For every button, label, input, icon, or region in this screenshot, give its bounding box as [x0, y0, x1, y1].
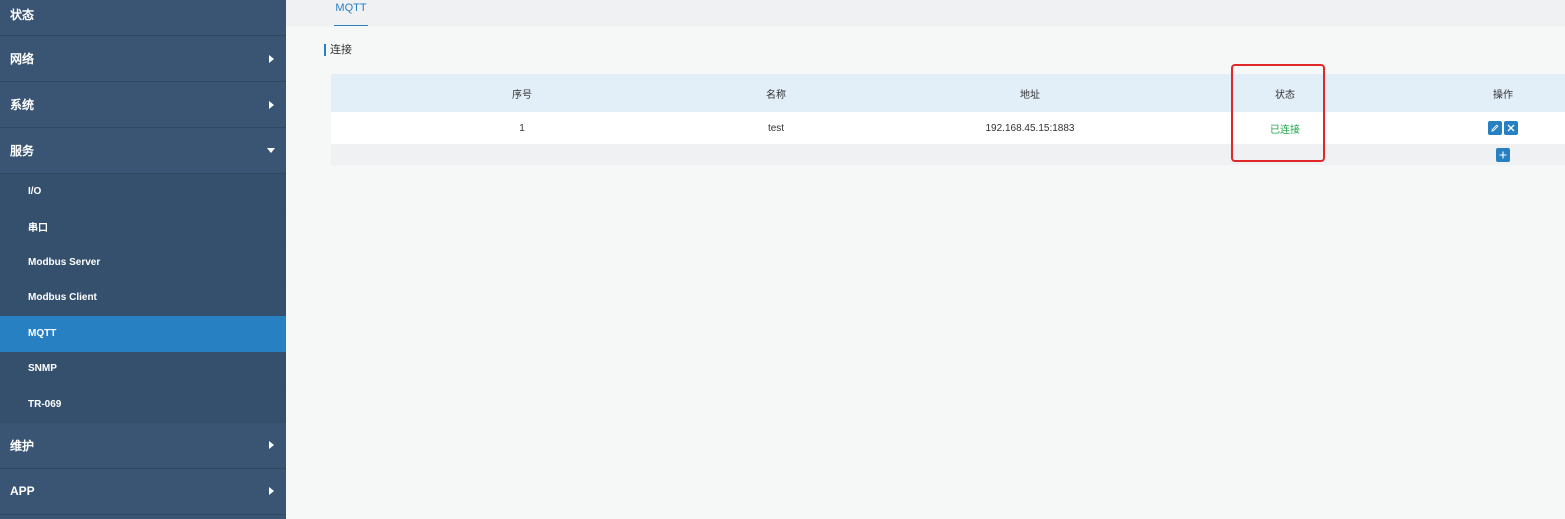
chevron-right-icon	[269, 441, 274, 449]
plus-icon	[1499, 151, 1507, 159]
connections-table: 序号 名称 地址 状态 操作 1 test 192.168.45.15:1883…	[331, 74, 1565, 165]
sidebar-item-system[interactable]: 系统	[0, 82, 286, 128]
sidebar-item-label: 状态	[10, 8, 35, 22]
sidebar-subitem-modbus-client[interactable]: Modbus Client	[0, 280, 286, 316]
add-button[interactable]	[1496, 147, 1510, 162]
chevron-right-icon	[269, 487, 274, 495]
sidebar-item-label: APP	[10, 484, 35, 498]
sidebar-subitem-modbus-server[interactable]: Modbus Server	[0, 245, 286, 281]
tab-mqtt[interactable]: MQTT	[334, 0, 368, 26]
sidebar-item-services[interactable]: 服务	[0, 128, 286, 174]
cell-address: 192.168.45.15:1883	[985, 122, 1075, 134]
close-icon	[1507, 124, 1515, 132]
sidebar-subitem-label: MQTT	[28, 327, 57, 339]
sidebar-subitem-snmp[interactable]: SNMP	[0, 351, 286, 387]
status-highlight-box	[1231, 64, 1325, 162]
column-header-name: 名称	[766, 89, 786, 101]
sidebar-item-maintenance[interactable]: 维护	[0, 423, 286, 469]
delete-button[interactable]	[1504, 121, 1518, 135]
sidebar-subitem-label: SNMP	[28, 363, 57, 375]
chevron-right-icon	[269, 54, 274, 63]
sidebar: 状态 网络 系统 服务 I/O 串口 Modbus Server Modbus …	[0, 0, 286, 519]
sidebar-item-label: 服务	[10, 144, 35, 158]
tab-bar: MQTT	[286, 0, 1565, 26]
sidebar-item-label: 系统	[10, 98, 35, 112]
sidebar-subitem-label: Modbus Client	[28, 292, 97, 304]
sidebar-subitem-label: 串口	[28, 223, 48, 235]
sidebar-subitem-label: TR-069	[28, 398, 62, 410]
column-header-actions: 操作	[1493, 89, 1513, 101]
column-header-index: 序号	[512, 89, 532, 101]
sidebar-subitem-label: I/O	[28, 185, 42, 197]
sidebar-subitem-io[interactable]: I/O	[0, 174, 286, 210]
sidebar-subitem-label: Modbus Server	[28, 256, 101, 268]
cell-index: 1	[519, 122, 525, 134]
sidebar-item-label: 维护	[10, 438, 35, 453]
table-header-row: 序号 名称 地址 状态 操作	[331, 74, 1565, 112]
sidebar-item-status[interactable]: 状态	[0, 0, 286, 36]
chevron-right-icon	[269, 100, 274, 109]
table-add-row	[331, 144, 1565, 165]
sidebar-subitem-serial[interactable]: 串口	[0, 209, 286, 245]
edit-button[interactable]	[1488, 121, 1502, 135]
column-header-address: 地址	[1020, 89, 1040, 101]
edit-icon	[1491, 124, 1499, 132]
cell-name: test	[767, 122, 785, 134]
table-row: 1 test 192.168.45.15:1883 已连接	[331, 112, 1565, 144]
sidebar-item-app[interactable]: APP	[0, 469, 286, 515]
chevron-down-icon	[267, 148, 275, 153]
sidebar-subitem-tr069[interactable]: TR-069	[0, 387, 286, 423]
main-content: MQTT 连接 序号 名称 地址 状态 操作 1 test 192.168.45…	[286, 0, 1565, 519]
sidebar-item-label: 网络	[10, 52, 35, 66]
section-title: 连接	[324, 44, 352, 56]
sidebar-item-network[interactable]: 网络	[0, 36, 286, 82]
sidebar-subitem-mqtt[interactable]: MQTT	[0, 316, 286, 352]
cell-actions	[1349, 121, 1565, 135]
